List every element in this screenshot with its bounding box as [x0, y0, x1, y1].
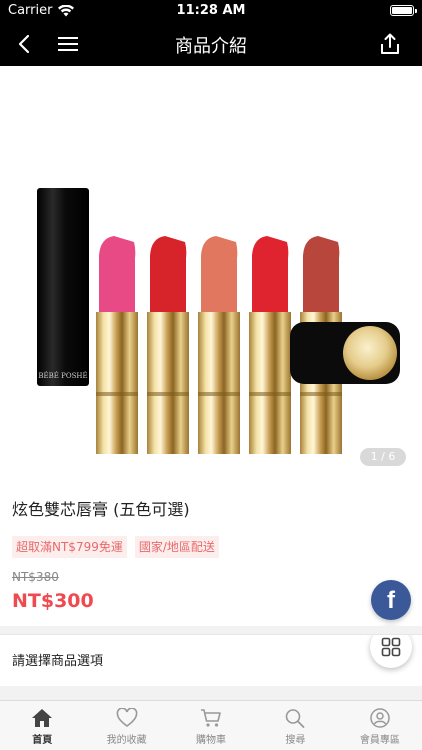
option-selector-label: 請選擇商品選項: [12, 654, 104, 669]
facebook-share-button[interactable]: f: [371, 580, 411, 620]
lipstick-bullet: [99, 236, 136, 314]
lipstick-band: [198, 392, 240, 396]
facebook-icon: f: [387, 587, 395, 614]
tab-search-label: 搜尋: [285, 735, 306, 746]
tab-search[interactable]: 搜尋: [253, 701, 337, 750]
lipstick-tube: [147, 312, 189, 454]
product-option-selector[interactable]: 請選擇商品選項: [0, 634, 422, 680]
product-tags: 超取滿NT$799免運 國家/地區配送: [12, 536, 219, 558]
tab-member[interactable]: 會員專區: [338, 701, 422, 750]
cart-icon: [201, 709, 221, 727]
lipstick-band: [96, 392, 138, 396]
home-icon: [32, 709, 53, 727]
share-icon: [381, 33, 399, 54]
heart-icon: [116, 708, 137, 727]
tab-home-label: 首頁: [32, 735, 53, 746]
search-icon: [286, 709, 305, 728]
lipstick-tube: [96, 312, 138, 454]
tab-favorites-label: 我的收藏: [106, 735, 147, 746]
user-icon: [370, 708, 390, 728]
status-time: 11:28 AM: [176, 3, 246, 18]
nav-bar: 商品介紹: [0, 22, 422, 66]
lipstick-tube: [249, 312, 291, 454]
lipstick-tube: [198, 312, 240, 454]
lipstick-band: [147, 392, 189, 396]
tab-cart-label: 購物車: [196, 735, 227, 746]
lipstick-band: [300, 392, 342, 396]
share-button[interactable]: [374, 28, 406, 60]
section-divider-bottom: [0, 686, 422, 700]
tab-cart[interactable]: 購物車: [169, 701, 253, 750]
original-price: NT$380: [12, 570, 59, 584]
tab-favorites[interactable]: 我的收藏: [84, 701, 168, 750]
product-title: 炫色雙芯唇膏 (五色可選): [12, 500, 190, 519]
lipstick-bullet: [150, 236, 187, 314]
lipstick-bullet: [303, 236, 340, 314]
battery-icon: [390, 5, 417, 16]
product-image-gallery[interactable]: BÉBÉ POSHÉ 1 / 6: [0, 66, 422, 476]
status-bar: Carrier 11:28 AM: [0, 0, 422, 22]
shipping-promo-tag: 超取滿NT$799免運: [12, 536, 127, 558]
image-page-indicator: 1 / 6: [360, 448, 406, 466]
tab-home[interactable]: 首頁: [0, 701, 84, 750]
section-divider: [0, 626, 422, 634]
lipstick-band: [249, 392, 291, 396]
brand-mark: BÉBÉ POSHÉ: [38, 371, 87, 380]
page-title: 商品介紹: [175, 36, 247, 57]
lipstick-bullet: [201, 236, 238, 314]
sale-price: NT$300: [12, 590, 94, 612]
lipstick-product-image: BÉBÉ POSHÉ: [37, 188, 400, 454]
tab-member-label: 會員專區: [359, 735, 400, 746]
bottom-tab-bar: 首頁 我的收藏 購物車 搜尋 會員專區: [0, 700, 422, 750]
lipstick-bullet: [252, 236, 289, 314]
delivery-region-tag[interactable]: 國家/地區配送: [134, 536, 219, 558]
